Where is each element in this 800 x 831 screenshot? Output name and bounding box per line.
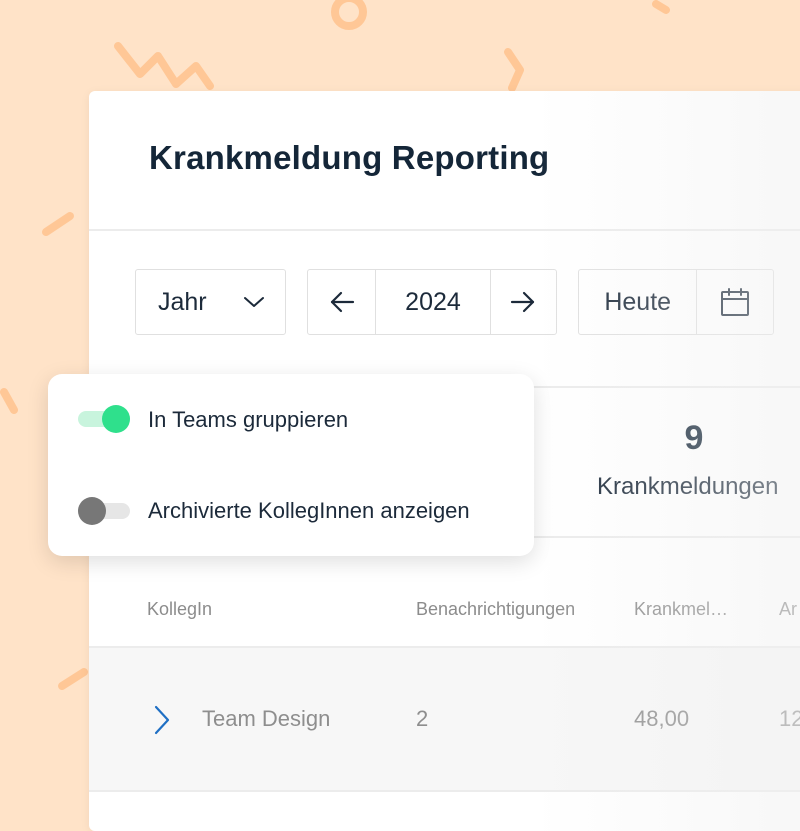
column-header-notifications[interactable]: Benachrichtigungen — [416, 599, 575, 620]
column-header-colleague[interactable]: KollegIn — [147, 599, 212, 620]
page-title: Krankmeldung Reporting — [149, 139, 550, 176]
arrow-left-icon — [330, 291, 354, 313]
header-divider — [89, 229, 800, 231]
calendar-button[interactable] — [696, 270, 773, 334]
sick-report-count: 9 — [684, 419, 704, 457]
toggle-knob — [102, 405, 130, 433]
column-header-sick-days[interactable]: Krankmel… — [634, 599, 728, 620]
period-select[interactable]: Jahr — [135, 269, 286, 335]
toggle-knob — [78, 497, 106, 525]
today-label: Heute — [604, 287, 672, 316]
row-notifications: 2 — [416, 706, 429, 731]
show-archived-toggle[interactable] — [78, 497, 130, 525]
row-divider — [89, 790, 800, 792]
chevron-down-icon — [244, 297, 264, 307]
show-archived-label: Archivierte KollegInnen anzeigen — [148, 498, 470, 523]
today-control: Heute — [578, 269, 774, 335]
row-team-name: Team Design — [202, 706, 331, 731]
sick-report-count-label: Krankmeldungen — [597, 473, 779, 500]
group-teams-toggle[interactable] — [78, 405, 130, 433]
group-teams-label: In Teams gruppieren — [148, 407, 349, 432]
next-year-button[interactable] — [489, 270, 556, 334]
table-row[interactable] — [89, 648, 800, 790]
previous-year-button[interactable] — [308, 270, 375, 334]
chevron-right-icon[interactable] — [153, 705, 171, 735]
row-sick-days: 48,00 — [634, 706, 690, 731]
arrow-right-icon — [511, 291, 535, 313]
table-header-divider — [89, 646, 800, 648]
column-header-other[interactable]: Ar — [779, 599, 797, 620]
options-popover: In Teams gruppieren Archivierte KollegIn… — [48, 374, 534, 556]
row-other: 12 — [779, 706, 800, 731]
today-button[interactable]: Heute — [579, 270, 696, 334]
calendar-icon — [721, 288, 750, 316]
period-select-value: Jahr — [158, 287, 207, 316]
current-year: 2024 — [405, 287, 461, 316]
year-navigator: 2024 — [307, 269, 557, 335]
